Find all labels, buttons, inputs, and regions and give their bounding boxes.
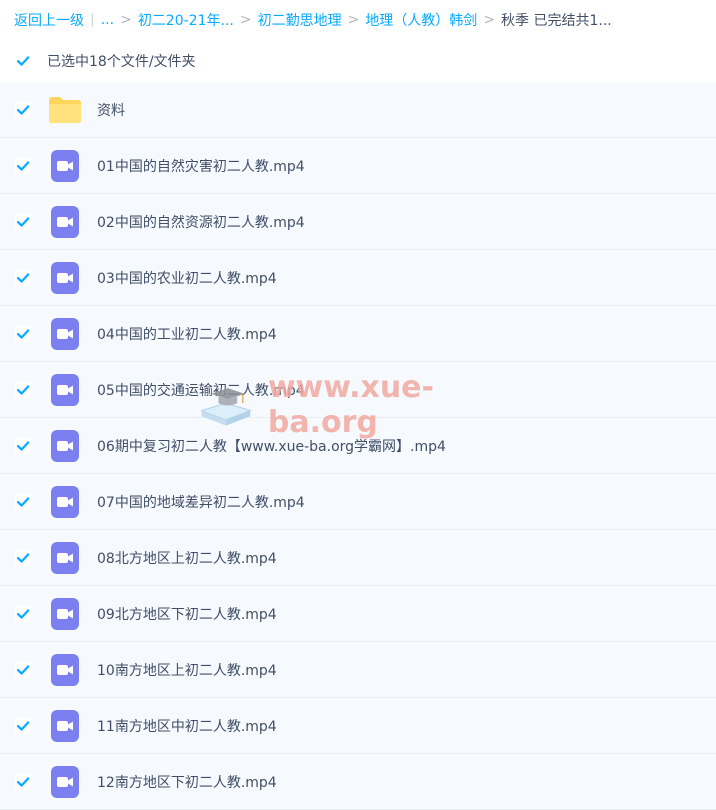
breadcrumb-item-1[interactable]: 初二20-21年... — [138, 10, 234, 30]
file-name[interactable]: 01中国的自然灾害初二人教.mp4 — [97, 156, 305, 176]
file-row[interactable]: 10南方地区上初二人教.mp4 — [0, 642, 716, 698]
chevron-right-icon: > — [120, 12, 132, 28]
breadcrumb: 返回上一级 | ... > 初二20-21年... > 初二勤思地理 > 地理（… — [0, 0, 716, 40]
file-type-icon — [49, 205, 81, 238]
check-icon — [16, 608, 30, 619]
file-name[interactable]: 资料 — [97, 100, 125, 120]
file-type-icon — [49, 709, 81, 742]
file-type-icon — [49, 541, 81, 574]
check-icon — [16, 160, 30, 171]
video-file-icon — [51, 653, 79, 686]
video-file-icon — [51, 597, 79, 630]
check-icon — [16, 720, 30, 731]
folder-row[interactable]: 资料 — [0, 82, 716, 138]
row-checkbox[interactable] — [15, 325, 31, 342]
file-row[interactable]: 09北方地区下初二人教.mp4 — [0, 586, 716, 642]
file-name[interactable]: 05中国的交通运输初二人教.mp4 — [97, 380, 305, 400]
check-icon — [16, 272, 30, 283]
row-checkbox[interactable] — [15, 549, 31, 566]
row-checkbox[interactable] — [15, 661, 31, 678]
file-name[interactable]: 02中国的自然资源初二人教.mp4 — [97, 212, 305, 232]
file-type-icon — [49, 765, 81, 798]
video-file-icon — [51, 149, 79, 182]
file-name[interactable]: 11南方地区中初二人教.mp4 — [97, 716, 277, 736]
row-checkbox[interactable] — [15, 773, 31, 790]
check-icon — [16, 552, 30, 563]
file-name[interactable]: 06期中复习初二人教【www.xue-ba.org学霸网】.mp4 — [97, 436, 446, 456]
row-checkbox[interactable] — [15, 157, 31, 174]
breadcrumb-current: 秋季 已完结共1... — [501, 13, 612, 29]
file-type-icon — [49, 317, 81, 350]
folder-icon — [49, 96, 81, 123]
video-file-icon — [51, 709, 79, 742]
breadcrumb-back-link[interactable]: 返回上一级 — [14, 10, 84, 30]
chevron-right-icon: > — [239, 12, 252, 28]
row-checkbox[interactable] — [15, 269, 31, 286]
file-type-icon — [49, 485, 81, 518]
file-row[interactable]: 04中国的工业初二人教.mp4 — [0, 306, 716, 362]
breadcrumb-item-2[interactable]: 初二勤思地理 — [258, 10, 342, 30]
video-file-icon — [51, 317, 79, 350]
video-file-icon — [51, 429, 79, 462]
file-name[interactable]: 10南方地区上初二人教.mp4 — [97, 660, 277, 680]
file-name[interactable]: 03中国的农业初二人教.mp4 — [97, 268, 277, 288]
file-type-icon — [49, 261, 81, 294]
video-file-icon — [51, 373, 79, 406]
file-name[interactable]: 04中国的工业初二人教.mp4 — [97, 324, 277, 344]
file-row[interactable]: 03中国的农业初二人教.mp4 — [0, 250, 716, 306]
file-name[interactable]: 08北方地区上初二人教.mp4 — [97, 548, 277, 568]
file-row[interactable]: 07中国的地域差异初二人教.mp4 — [0, 474, 716, 530]
row-checkbox[interactable] — [15, 213, 31, 230]
video-file-icon — [51, 485, 79, 518]
file-row[interactable]: 08北方地区上初二人教.mp4 — [0, 530, 716, 586]
check-icon — [16, 216, 30, 227]
select-all-checkbox[interactable] — [15, 53, 31, 69]
row-checkbox[interactable] — [15, 381, 31, 398]
file-row[interactable]: 05中国的交通运输初二人教.mp4 — [0, 362, 716, 418]
breadcrumb-divider: | — [90, 12, 95, 28]
file-type-icon — [49, 373, 81, 406]
row-checkbox[interactable] — [15, 717, 31, 734]
check-icon — [16, 384, 30, 395]
check-icon — [16, 440, 30, 451]
file-row[interactable]: 06期中复习初二人教【www.xue-ba.org学霸网】.mp4 — [0, 418, 716, 474]
check-icon — [16, 104, 30, 115]
chevron-right-icon: > — [347, 12, 360, 28]
file-row[interactable]: 12南方地区下初二人教.mp4 — [0, 754, 716, 810]
video-file-icon — [51, 261, 79, 294]
breadcrumb-item-3[interactable]: 地理（人教）韩剑 — [365, 10, 477, 30]
file-name[interactable]: 12南方地区下初二人教.mp4 — [97, 772, 277, 792]
file-name[interactable]: 07中国的地域差异初二人教.mp4 — [97, 492, 305, 512]
check-icon — [16, 56, 30, 66]
row-checkbox[interactable] — [15, 493, 31, 510]
row-checkbox[interactable] — [15, 101, 31, 118]
video-file-icon — [51, 765, 79, 798]
file-row[interactable]: 01中国的自然灾害初二人教.mp4 — [0, 138, 716, 194]
check-icon — [16, 496, 30, 507]
file-type-icon — [49, 149, 81, 182]
selection-bar: 已选中18个文件/文件夹 — [0, 40, 716, 82]
check-icon — [16, 776, 30, 787]
selection-count-label: 已选中18个文件/文件夹 — [47, 54, 196, 70]
check-icon — [16, 328, 30, 339]
file-type-icon — [49, 429, 81, 462]
video-file-icon — [51, 205, 79, 238]
file-row[interactable]: 11南方地区中初二人教.mp4 — [0, 698, 716, 754]
file-name[interactable]: 09北方地区下初二人教.mp4 — [97, 604, 277, 624]
breadcrumb-ellipsis[interactable]: ... — [101, 12, 114, 28]
video-file-icon — [51, 541, 79, 574]
file-type-icon — [49, 597, 81, 630]
chevron-right-icon: > — [483, 12, 496, 28]
row-checkbox[interactable] — [15, 605, 31, 622]
file-row[interactable]: 02中国的自然资源初二人教.mp4 — [0, 194, 716, 250]
file-type-icon — [49, 94, 81, 126]
file-type-icon — [49, 653, 81, 686]
file-list: 资料 01中国的自然灾害初二人教.mp4 02中国的自然资源初二人教.mp4 03中国… — [0, 82, 716, 810]
row-checkbox[interactable] — [15, 437, 31, 454]
check-icon — [16, 664, 30, 675]
